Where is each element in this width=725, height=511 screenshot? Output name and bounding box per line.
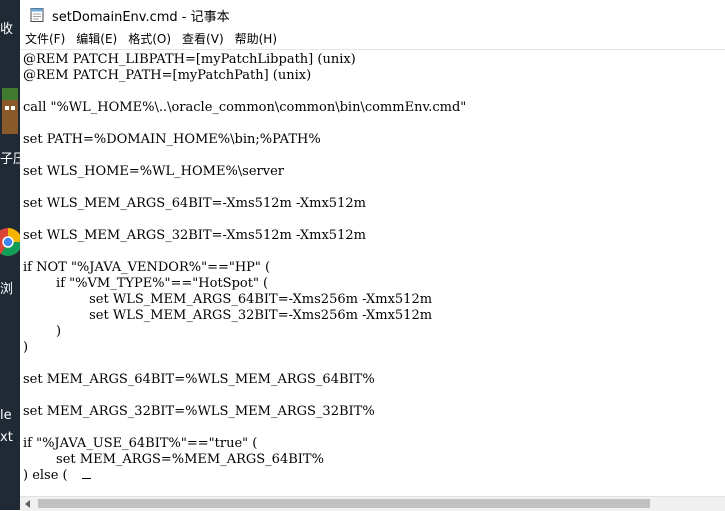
- notepad-icon: [30, 8, 44, 22]
- menu-help[interactable]: 帮助(H): [229, 30, 282, 47]
- title-bar[interactable]: setDomainEnv.cmd - 记事本: [20, 2, 725, 28]
- desktop-label: 子压: [0, 152, 20, 167]
- menu-view[interactable]: 查看(V): [176, 30, 229, 47]
- menu-edit[interactable]: 编辑(E): [70, 30, 122, 47]
- scroll-left-arrow-icon[interactable]: [22, 498, 34, 510]
- text-cursor: [81, 478, 91, 479]
- notepad-window: setDomainEnv.cmd - 记事本 文件(F) 编辑(E) 格式(O)…: [20, 0, 725, 511]
- desktop-label: 浏: [0, 282, 14, 297]
- text-editor[interactable]: @REM PATCH_LIBPATH=[myPatchLibpath] (uni…: [20, 49, 725, 497]
- browser-icon: [0, 228, 20, 256]
- scrollbar-thumb[interactable]: [38, 499, 650, 508]
- menu-format[interactable]: 格式(O): [122, 30, 176, 47]
- window-title: setDomainEnv.cmd - 记事本: [52, 9, 230, 25]
- desktop-label: xt: [0, 430, 13, 445]
- desktop-background: 收 子压 浏 le xt: [0, 0, 20, 510]
- horizontal-scrollbar[interactable]: [20, 496, 725, 511]
- desktop-label: 收: [0, 22, 14, 37]
- menu-file[interactable]: 文件(F): [20, 30, 70, 47]
- editor-content[interactable]: @REM PATCH_LIBPATH=[myPatchLibpath] (uni…: [23, 52, 466, 483]
- minecraft-icon: [2, 88, 18, 134]
- menu-bar: 文件(F) 编辑(E) 格式(O) 查看(V) 帮助(H): [20, 28, 725, 48]
- desktop-label: le: [0, 408, 12, 423]
